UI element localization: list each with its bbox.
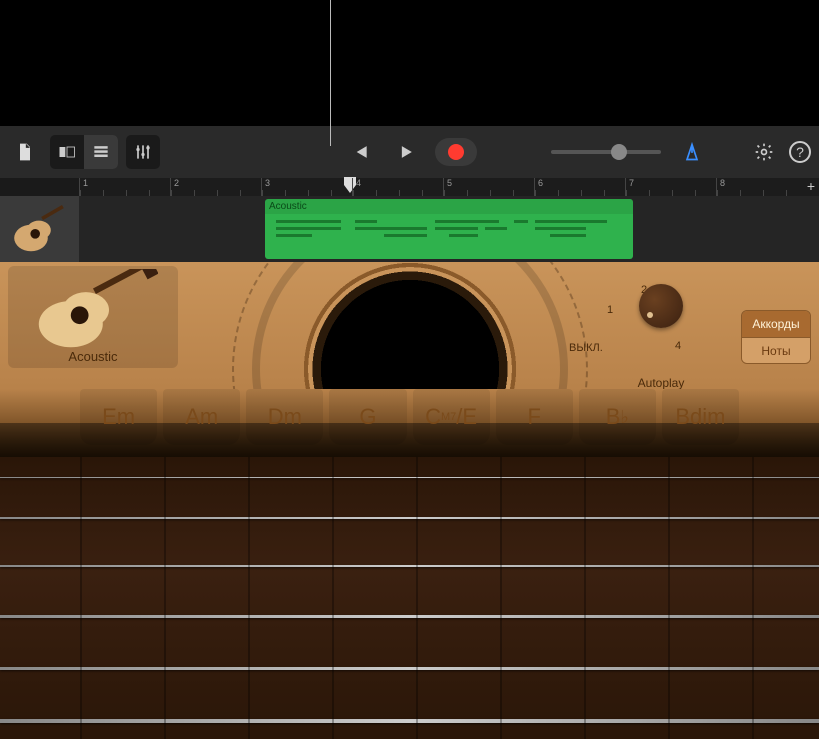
tracks-view-button[interactable] <box>84 135 118 169</box>
gear-icon <box>754 142 774 162</box>
track-header[interactable] <box>0 196 79 262</box>
notes-mode-button[interactable]: Ноты <box>742 337 810 363</box>
ruler-bar: 4 <box>352 178 443 196</box>
app-window: ? + 12345678 Acoustic <box>0 126 819 739</box>
document-icon <box>15 142 35 162</box>
rewind-button[interactable] <box>343 135 377 169</box>
dial-label-1: 1 <box>607 304 613 316</box>
help-button[interactable]: ? <box>789 141 811 163</box>
fret-line <box>416 457 418 739</box>
my-songs-button[interactable] <box>8 135 42 169</box>
region-label: Acoustic <box>265 199 633 214</box>
browser-view-button[interactable] <box>50 135 84 169</box>
guitar-string[interactable] <box>0 615 819 618</box>
skip-back-icon <box>350 142 370 162</box>
autoplay-dial[interactable] <box>639 284 683 328</box>
ruler-bar: 1 <box>79 178 170 196</box>
instrument-name: Acoustic <box>68 349 117 364</box>
play-icon <box>396 142 416 162</box>
track-lane[interactable]: Acoustic <box>79 196 819 262</box>
guitar-large-icon <box>28 269 158 349</box>
record-icon <box>448 144 464 160</box>
chord-button[interactable]: Am <box>163 389 240 445</box>
chords-mode-button[interactable]: Аккорды <box>742 311 810 337</box>
chord-button[interactable]: Bdim <box>662 389 739 445</box>
soundhole <box>260 262 560 389</box>
fret-line <box>248 457 250 739</box>
chord-button[interactable]: Dm <box>246 389 323 445</box>
fret-line <box>668 457 670 739</box>
ruler-bar: 6 <box>534 178 625 196</box>
chord-button[interactable]: G <box>329 389 406 445</box>
timeline-ruler[interactable]: + 12345678 <box>79 178 819 196</box>
fret-line <box>584 457 586 739</box>
fret-line <box>164 457 166 739</box>
dial-label-off: ВЫКЛ. <box>569 342 603 354</box>
volume-slider[interactable] <box>551 150 661 154</box>
fret-line <box>80 457 82 739</box>
chord-button[interactable]: B♭ <box>579 389 656 445</box>
guitar-string[interactable] <box>0 667 819 670</box>
dial-label-4: 4 <box>675 340 681 352</box>
grid-icon <box>57 142 77 162</box>
add-track-button[interactable]: + <box>807 178 815 194</box>
instrument-selector[interactable]: Acoustic <box>8 266 178 368</box>
transport-controls <box>343 135 477 169</box>
ruler-bar: 8 <box>716 178 807 196</box>
metronome-button[interactable] <box>675 135 709 169</box>
chord-button[interactable]: Em <box>80 389 157 445</box>
autoplay-control: ВЫКЛ. 1 2 3 4 Autoplay <box>601 284 721 389</box>
sliders-icon <box>133 142 153 162</box>
ruler-bar: 7 <box>625 178 716 196</box>
tracks-area: Acoustic <box>0 196 819 262</box>
fret-line <box>332 457 334 739</box>
view-segment <box>50 135 118 169</box>
play-button[interactable] <box>389 135 423 169</box>
fretboard[interactable] <box>0 457 819 739</box>
fret-line <box>752 457 754 739</box>
guitar-icon <box>10 204 70 254</box>
record-button[interactable] <box>435 138 477 166</box>
metronome-icon <box>682 142 702 162</box>
midi-notes <box>269 215 629 255</box>
ruler-bar: 3 <box>261 178 352 196</box>
chord-strip: EmAmDmGCM7/EFB♭Bdim <box>0 389 819 457</box>
autoplay-label: Autoplay <box>601 376 721 389</box>
play-mode-segment: Аккорды Ноты <box>741 310 811 364</box>
guitar-string[interactable] <box>0 477 819 478</box>
midi-region[interactable]: Acoustic <box>265 199 633 259</box>
ruler-bar: 5 <box>443 178 534 196</box>
instrument-panel: Acoustic ВЫКЛ. 1 2 3 4 Autoplay Аккорды … <box>0 262 819 389</box>
playhead-line <box>330 0 331 146</box>
guitar-string[interactable] <box>0 719 819 723</box>
chord-button[interactable]: CM7/E <box>413 389 490 445</box>
guitar-string[interactable] <box>0 565 819 567</box>
toolbar-right: ? <box>545 135 811 169</box>
track-controls-button[interactable] <box>126 135 160 169</box>
fret-line <box>500 457 502 739</box>
settings-button[interactable] <box>747 135 781 169</box>
toolbar: ? <box>0 126 819 178</box>
chord-button[interactable]: F <box>496 389 573 445</box>
ruler-bar: 2 <box>170 178 261 196</box>
list-icon <box>91 142 111 162</box>
guitar-string[interactable] <box>0 517 819 519</box>
